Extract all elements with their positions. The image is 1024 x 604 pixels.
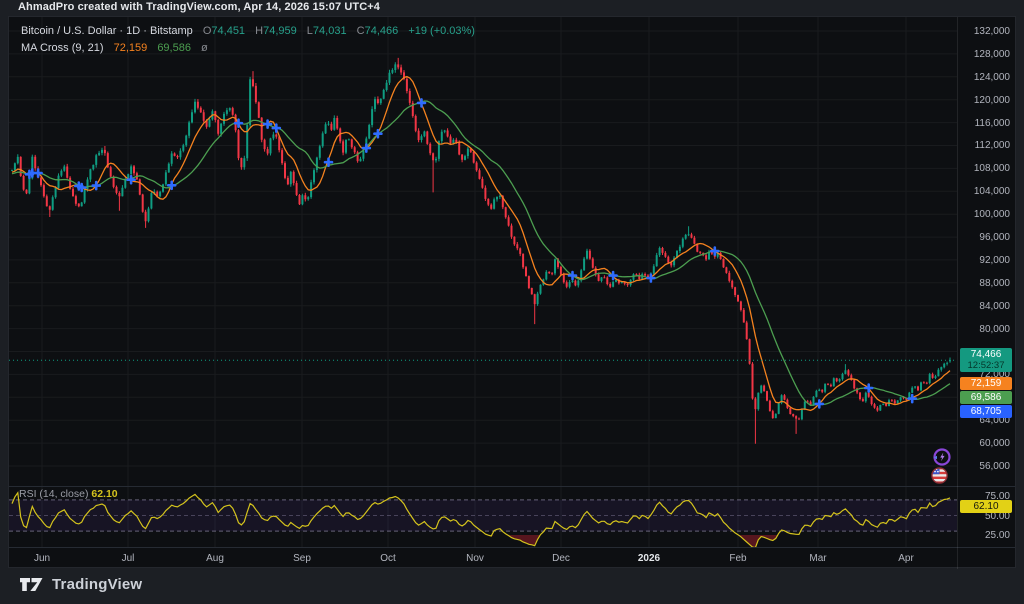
- rsi-canvas[interactable]: [9, 487, 957, 547]
- time-axis-label-2026: 2026: [637, 553, 661, 564]
- close-label: C: [356, 25, 365, 37]
- price-axis-label: 120,000: [973, 94, 1010, 106]
- price-axis-label: 88,000: [979, 277, 1010, 289]
- price-axis-label: 128,000: [973, 48, 1010, 60]
- indicator-name: MA Cross (9, 21): [21, 42, 104, 54]
- time-axis-label-aug: Aug: [206, 553, 224, 564]
- rsi-legend[interactable]: RSI (14, close) 62.10: [19, 488, 118, 500]
- change-value: +19 (+0.03%): [408, 25, 475, 37]
- symbol-title: Bitcoin / U.S. Dollar · 1D · Bitstamp: [21, 25, 193, 37]
- time-axis-label-nov: Nov: [466, 553, 484, 564]
- price-axis-label: 112,000: [974, 140, 1010, 152]
- rsi-value: 62.10: [91, 488, 118, 500]
- price-axis-label: 92,000: [979, 254, 1010, 266]
- price-axis-label: 116,000: [974, 117, 1010, 129]
- indicator-badge-icon: [932, 447, 952, 467]
- ma-slow-value: 69,586: [157, 42, 191, 54]
- rsi-label: RSI (14, close): [19, 488, 89, 500]
- rsi-pane[interactable]: RSI (14, close) 62.10: [9, 487, 957, 547]
- ma-cross-legend-row[interactable]: MA Cross (9, 21) 72,159 69,586 ø: [21, 40, 475, 56]
- time-axis[interactable]: Jun Jul Aug Sep Oct Nov Dec 2026 Feb Mar Apr: [9, 548, 957, 569]
- open-value: 74,451: [211, 25, 246, 37]
- ma-fast-value: 72,159: [113, 42, 148, 54]
- price-axis[interactable]: 56,00060,00064,00068,00072,00076,00080,0…: [957, 17, 1016, 569]
- price-pane[interactable]: Bitcoin / U.S. Dollar · 1D · Bitstamp O7…: [9, 17, 957, 486]
- price-axis-label: 104,000: [973, 186, 1010, 198]
- price-axis-label: 84,000: [979, 300, 1010, 312]
- price-axis-label: 132,000: [973, 26, 1010, 37]
- price-axis-label: 100,000: [973, 209, 1010, 221]
- time-axis-label-jun: Jun: [33, 553, 51, 564]
- legend: Bitcoin / U.S. Dollar · 1D · Bitstamp O7…: [21, 23, 475, 56]
- close-value: 74,466: [364, 25, 399, 37]
- footer-brand[interactable]: TradingView: [20, 576, 142, 593]
- price-axis-label: 80,000: [979, 323, 1010, 335]
- time-axis-label-oct: Oct: [380, 553, 396, 564]
- time-axis-label-mar: Mar: [809, 553, 827, 564]
- last-price-label: 74,466 12:52:37: [960, 348, 1012, 373]
- bar-countdown: 12:52:37: [967, 360, 1005, 372]
- indicator-more-icon[interactable]: ø: [201, 42, 208, 54]
- time-axis-label-dec: Dec: [552, 553, 570, 564]
- rsi-axis-label: 25.00: [984, 530, 1010, 541]
- tradingview-snapshot: AhmadPro created with TradingView.com, A…: [0, 0, 1024, 604]
- time-axis-label-feb: Feb: [729, 553, 747, 564]
- price-axis-label: 108,000: [973, 163, 1010, 175]
- chart-panel: Bitcoin / U.S. Dollar · 1D · Bitstamp O7…: [8, 16, 1016, 569]
- tradingview-logo-icon: [20, 578, 43, 591]
- high-value: 74,959: [263, 25, 297, 37]
- high-label: H: [255, 25, 264, 37]
- ma-slow-price-label: 69,586: [960, 391, 1012, 405]
- symbol-legend-row[interactable]: Bitcoin / U.S. Dollar · 1D · Bitstamp O7…: [21, 23, 475, 39]
- extra-price-label: 68,705: [960, 405, 1012, 419]
- us-flag-icon: [931, 467, 948, 484]
- price-axis-label: 96,000: [979, 232, 1010, 244]
- rsi-value-label: 62.10: [960, 499, 1012, 513]
- price-axis-label: 124,000: [973, 71, 1010, 83]
- time-axis-label-apr: Apr: [898, 553, 914, 564]
- main-chart-canvas[interactable]: [9, 17, 957, 486]
- time-axis-label-jul: Jul: [121, 553, 135, 564]
- low-value: 74,031: [312, 25, 347, 37]
- attribution-text: AhmadPro created with TradingView.com, A…: [18, 1, 380, 13]
- price-axis-label: 60,000: [979, 438, 1010, 450]
- ma-fast-price-label: 72,159: [960, 377, 1012, 391]
- price-axis-label: 56,000: [979, 461, 1010, 472]
- time-axis-label-sep: Sep: [293, 553, 311, 564]
- tradingview-brand-text: TradingView: [52, 576, 143, 593]
